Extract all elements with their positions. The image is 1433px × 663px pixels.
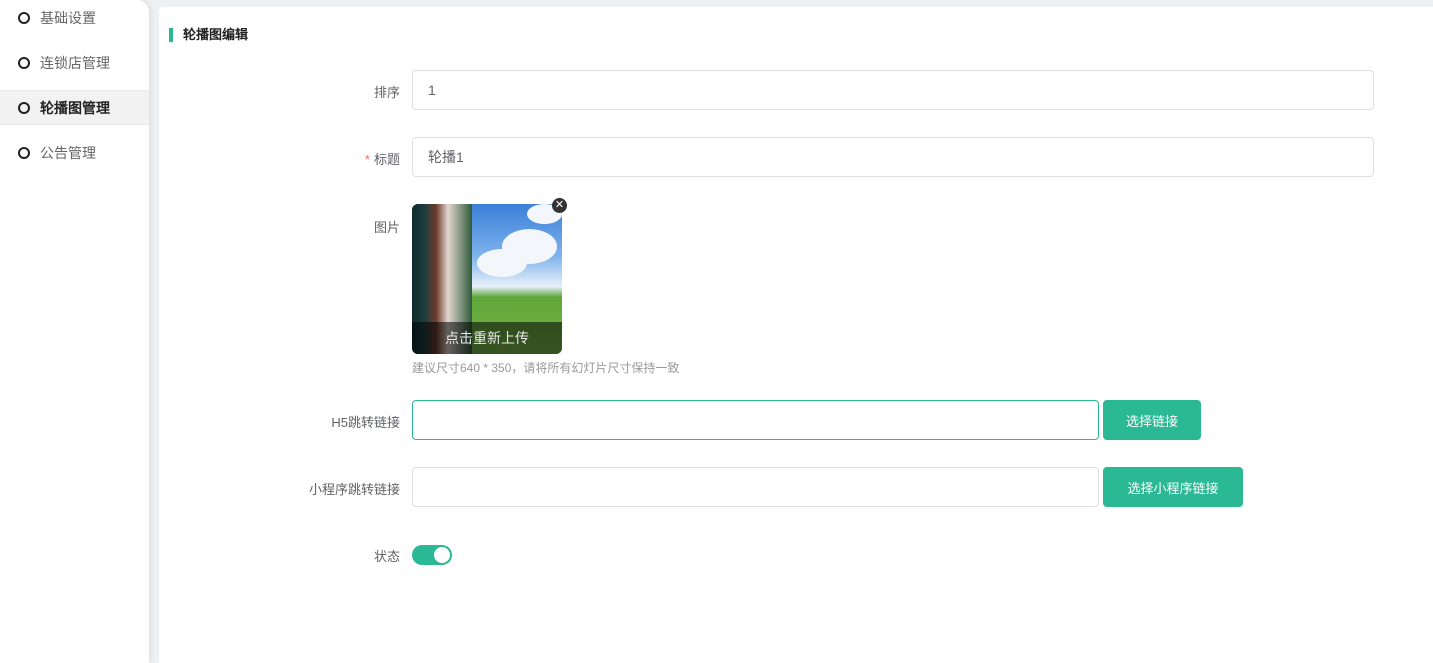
circle-icon — [18, 146, 30, 159]
page-title: 轮播图编辑 — [169, 28, 248, 42]
edit-card: 轮播图编辑 排序 *标题 图片 点击重新上传 ✕ 建议尺寸640 * 350，请… — [159, 7, 1433, 663]
status-toggle[interactable] — [412, 545, 452, 565]
circle-icon — [18, 11, 30, 24]
reupload-label[interactable]: 点击重新上传 — [412, 322, 562, 354]
sidebar-item-announcements[interactable]: 公告管理 — [0, 135, 149, 170]
title-label: * 标题 — [159, 149, 400, 168]
sidebar-item-label: 公告管理 — [40, 144, 96, 161]
image-label: 图片 — [373, 220, 400, 235]
mp-link-label: 小程序跳转链接 — [308, 482, 400, 497]
title-label-text: 标题 — [373, 152, 400, 167]
image-upload[interactable]: 点击重新上传 — [412, 204, 562, 354]
sort-input[interactable] — [412, 70, 1374, 110]
sidebar-item-basic-settings[interactable]: 基础设置 — [0, 0, 149, 35]
sidebar-item-label: 轮播图管理 — [40, 99, 110, 116]
required-mark: * — [364, 152, 370, 167]
h5-link-label: H5跳转链接 — [331, 415, 400, 430]
sort-label: 排序 — [373, 85, 400, 100]
image-hint: 建议尺寸640 * 350，请将所有幻灯片尺寸保持一致 — [412, 361, 680, 375]
sidebar-item-label: 连锁店管理 — [40, 54, 110, 71]
image-cloud — [477, 249, 527, 277]
circle-icon — [18, 56, 30, 69]
toggle-knob — [434, 547, 450, 563]
h5-link-input[interactable] — [412, 400, 1099, 440]
select-link-button[interactable]: 选择链接 — [1103, 400, 1201, 440]
status-label: 状态 — [373, 549, 400, 564]
title-input[interactable] — [412, 137, 1374, 177]
circle-icon — [18, 101, 30, 114]
mp-link-input[interactable] — [412, 467, 1099, 507]
sidebar-item-chain-stores[interactable]: 连锁店管理 — [0, 45, 149, 80]
sidebar-item-carousel[interactable]: 轮播图管理 — [0, 90, 149, 125]
sidebar: 基础设置 连锁店管理 轮播图管理 公告管理 — [0, 0, 149, 663]
remove-image-icon[interactable]: ✕ — [552, 198, 567, 213]
select-mp-link-button[interactable]: 选择小程序链接 — [1103, 467, 1243, 507]
sidebar-item-label: 基础设置 — [40, 9, 96, 26]
